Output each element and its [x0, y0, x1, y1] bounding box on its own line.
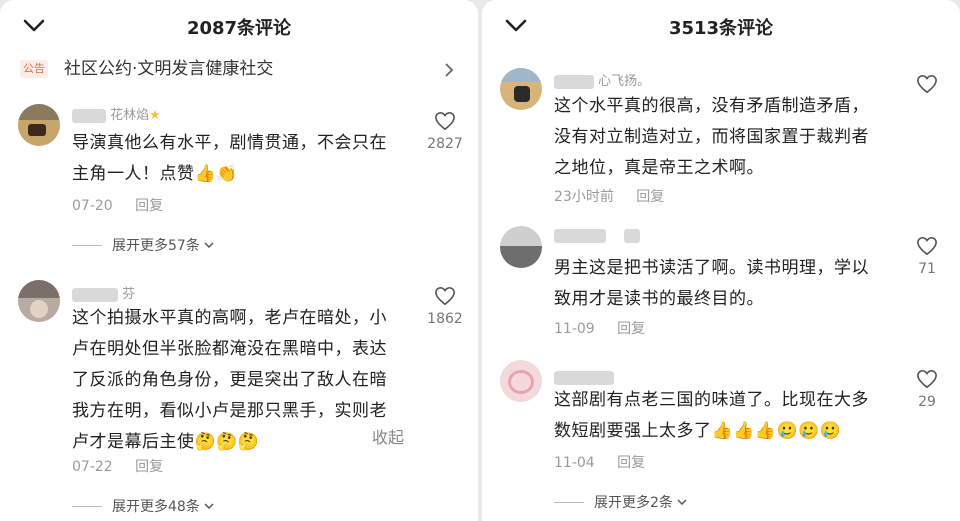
comment-panel-left: 2087条评论 公告 社区公约·文明发言健康社交 花林焰★ 导演真他么有水平，剧… [0, 0, 478, 521]
comment-date: 07-22 [72, 459, 113, 475]
avatar[interactable] [500, 226, 542, 268]
expand-replies-button[interactable]: 展开更多2条 [554, 492, 687, 512]
heart-icon[interactable] [434, 111, 456, 131]
like-count: 1862 [427, 311, 463, 327]
expand-replies-button[interactable]: 展开更多57条 [72, 235, 214, 255]
comment-meta: 11-09 回复 [554, 318, 645, 338]
reply-button[interactable]: 回复 [135, 198, 163, 214]
notice-text: 社区公约·文明发言健康社交 [64, 59, 274, 79]
heart-icon[interactable] [916, 369, 938, 389]
reply-button[interactable]: 回复 [135, 459, 163, 475]
comment-panel-right: 3513条评论 心飞扬。 这个水平真的很高，没有矛盾制造矛盾， 没有对立制造对立… [482, 0, 960, 521]
like-count: 71 [918, 261, 936, 277]
reply-button[interactable]: 回复 [617, 455, 645, 471]
comment-text: 导演真他么有水平，剧情贯通，不会只在 主角一人！点赞👍👏 [72, 133, 387, 184]
chevron-down-icon [677, 499, 687, 506]
comment-text: 这个拍摄水平真的高啊，老卢在暗处，小 卢在明处但半张脸都淹没在黑暗中，表达 了反… [72, 308, 387, 452]
comment-meta: 23小时前 回复 [554, 186, 664, 206]
notice-badge: 公告 [20, 60, 48, 78]
comment-text: 这个水平真的很高，没有矛盾制造矛盾， 没有对立制造对立，而将国家置于裁判者 之地… [554, 96, 869, 178]
avatar[interactable] [500, 68, 542, 110]
comment-count-title: 2087条评论 [186, 18, 292, 39]
reply-button[interactable]: 回复 [617, 321, 645, 337]
comment-meta: 11-04 回复 [554, 452, 645, 472]
comment-date: 07-20 [72, 198, 113, 214]
comment-count-title: 3513条评论 [668, 18, 774, 39]
like-count: 29 [918, 394, 936, 410]
expand-replies-button[interactable]: 展开更多48条 [72, 496, 214, 516]
username[interactable]: 花林焰★ [72, 104, 161, 123]
comment-text: 这部剧有点老三国的味道了。比现在大多 数短剧要强上太多了👍👍👍🥲🥲🥲 [554, 390, 869, 441]
chevron-down-icon [204, 503, 214, 510]
avatar[interactable] [18, 280, 60, 322]
comment-meta: 07-20 回复 [72, 195, 163, 215]
username[interactable]: 芬 [72, 283, 135, 302]
comment-text: 男主这是把书读活了啊。读书明理，学以 致用才是读书的最终目的。 [554, 258, 869, 309]
avatar[interactable] [18, 104, 60, 146]
comment-date: 23小时前 [554, 189, 614, 205]
chevron-right-icon [445, 63, 454, 77]
like-count: 2827 [427, 136, 463, 152]
heart-icon[interactable] [916, 236, 938, 256]
chevron-down-icon [204, 242, 214, 249]
collapse-button[interactable]: 收起 [372, 424, 404, 448]
reply-button[interactable]: 回复 [636, 189, 664, 205]
username[interactable] [554, 228, 641, 243]
heart-icon[interactable] [434, 286, 456, 306]
community-notice[interactable]: 公告 社区公约·文明发言健康社交 [20, 58, 460, 82]
comment-date: 11-09 [554, 321, 595, 337]
avatar[interactable] [500, 360, 542, 402]
username[interactable]: 心飞扬。 [554, 70, 650, 89]
comment-date: 11-04 [554, 455, 595, 471]
comment-meta: 07-22 回复 [72, 456, 163, 476]
username[interactable] [554, 370, 614, 385]
heart-icon[interactable] [916, 74, 938, 94]
